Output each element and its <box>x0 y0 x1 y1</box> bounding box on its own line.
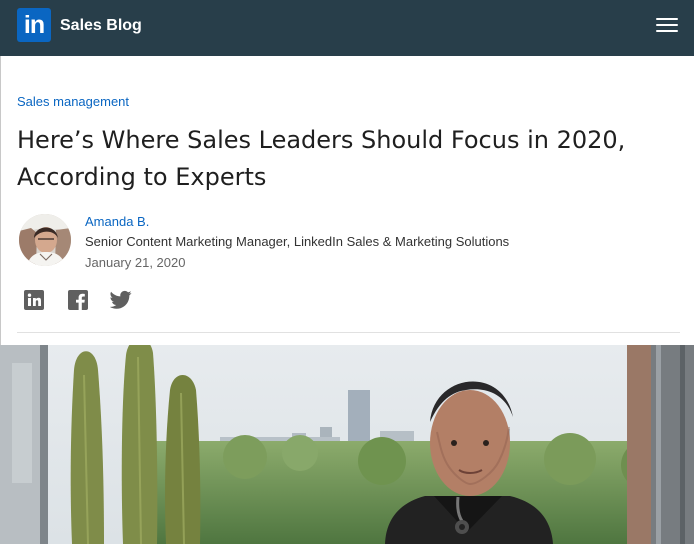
office-window-portrait-photo-icon <box>0 345 694 544</box>
author-role: Senior Content Marketing Manager, Linked… <box>85 234 510 249</box>
twitter-icon <box>109 290 132 309</box>
author-avatar[interactable] <box>19 214 71 266</box>
blog-page: in Sales Blog Sales management Here’s Wh… <box>0 0 694 544</box>
section-divider <box>17 332 680 333</box>
author-name-link[interactable]: Amanda B. <box>85 214 149 230</box>
top-navigation-bar: in Sales Blog <box>0 0 694 56</box>
category-link[interactable]: Sales management <box>17 94 129 110</box>
menu-line-icon <box>656 24 678 26</box>
author-avatar-photo-icon <box>19 214 71 266</box>
hamburger-menu-icon[interactable] <box>656 16 678 34</box>
article-title: Here’s Where Sales Leaders Should Focus … <box>17 126 626 191</box>
twitter-share-button[interactable] <box>109 290 132 310</box>
linkedin-logo[interactable]: in <box>17 8 51 42</box>
menu-line-icon <box>656 30 678 32</box>
facebook-icon <box>68 290 88 310</box>
page-left-border <box>0 56 1 346</box>
hero-image <box>0 345 694 544</box>
menu-line-icon <box>656 18 678 20</box>
site-title[interactable]: Sales Blog <box>60 15 142 37</box>
linkedin-icon <box>24 290 44 310</box>
facebook-share-button[interactable] <box>68 290 88 310</box>
linkedin-share-button[interactable] <box>24 290 44 310</box>
publish-date: January 21, 2020 <box>85 255 186 270</box>
